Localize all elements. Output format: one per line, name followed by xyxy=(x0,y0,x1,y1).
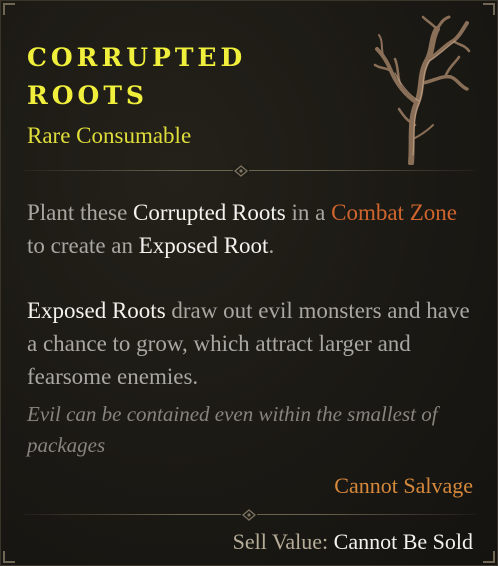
corrupted-roots-icon xyxy=(373,15,471,165)
salvage-status: Cannot Salvage xyxy=(334,473,473,498)
desc-text: in a xyxy=(285,200,332,225)
sell-value-label: Sell Value: xyxy=(232,529,329,554)
description-paragraph-1: Plant these Corrupted Roots in a Combat … xyxy=(27,196,477,262)
item-rarity-type: Rare Consumable xyxy=(27,123,192,148)
item-tooltip: Corrupted Roots Rare Consumable xyxy=(0,0,498,566)
divider-ornament-icon xyxy=(241,509,257,521)
desc-text: to create an xyxy=(27,233,139,258)
item-name-line-2: Roots xyxy=(27,81,148,110)
desc-text: Plant these xyxy=(27,200,134,225)
sell-value: Sell Value: Cannot Be Sold xyxy=(233,529,473,555)
section-divider-bottom xyxy=(23,509,475,521)
item-name-line-1: Corrupted xyxy=(27,43,247,72)
divider-ornament-icon xyxy=(233,165,249,177)
item-name: Corrupted Roots xyxy=(27,39,327,115)
item-keyword: Exposed Root xyxy=(138,233,269,258)
combat-zone-keyword: Combat Zone xyxy=(331,200,457,225)
frame-corner-bottom-left xyxy=(3,551,15,563)
item-keyword: Exposed Roots xyxy=(27,298,166,323)
section-divider-top xyxy=(23,165,475,177)
description-paragraph-2: Exposed Roots draw out evil monsters and… xyxy=(27,294,477,393)
sell-value-amount: Cannot Be Sold xyxy=(333,529,473,554)
desc-text: . xyxy=(268,233,275,258)
frame-corner-top-right xyxy=(483,3,495,15)
frame-corner-top-left xyxy=(3,3,15,15)
flavor-text: Evil can be contained even within the sm… xyxy=(27,402,438,457)
frame-corner-bottom-right xyxy=(483,551,495,563)
item-keyword: Corrupted Roots xyxy=(133,200,286,225)
